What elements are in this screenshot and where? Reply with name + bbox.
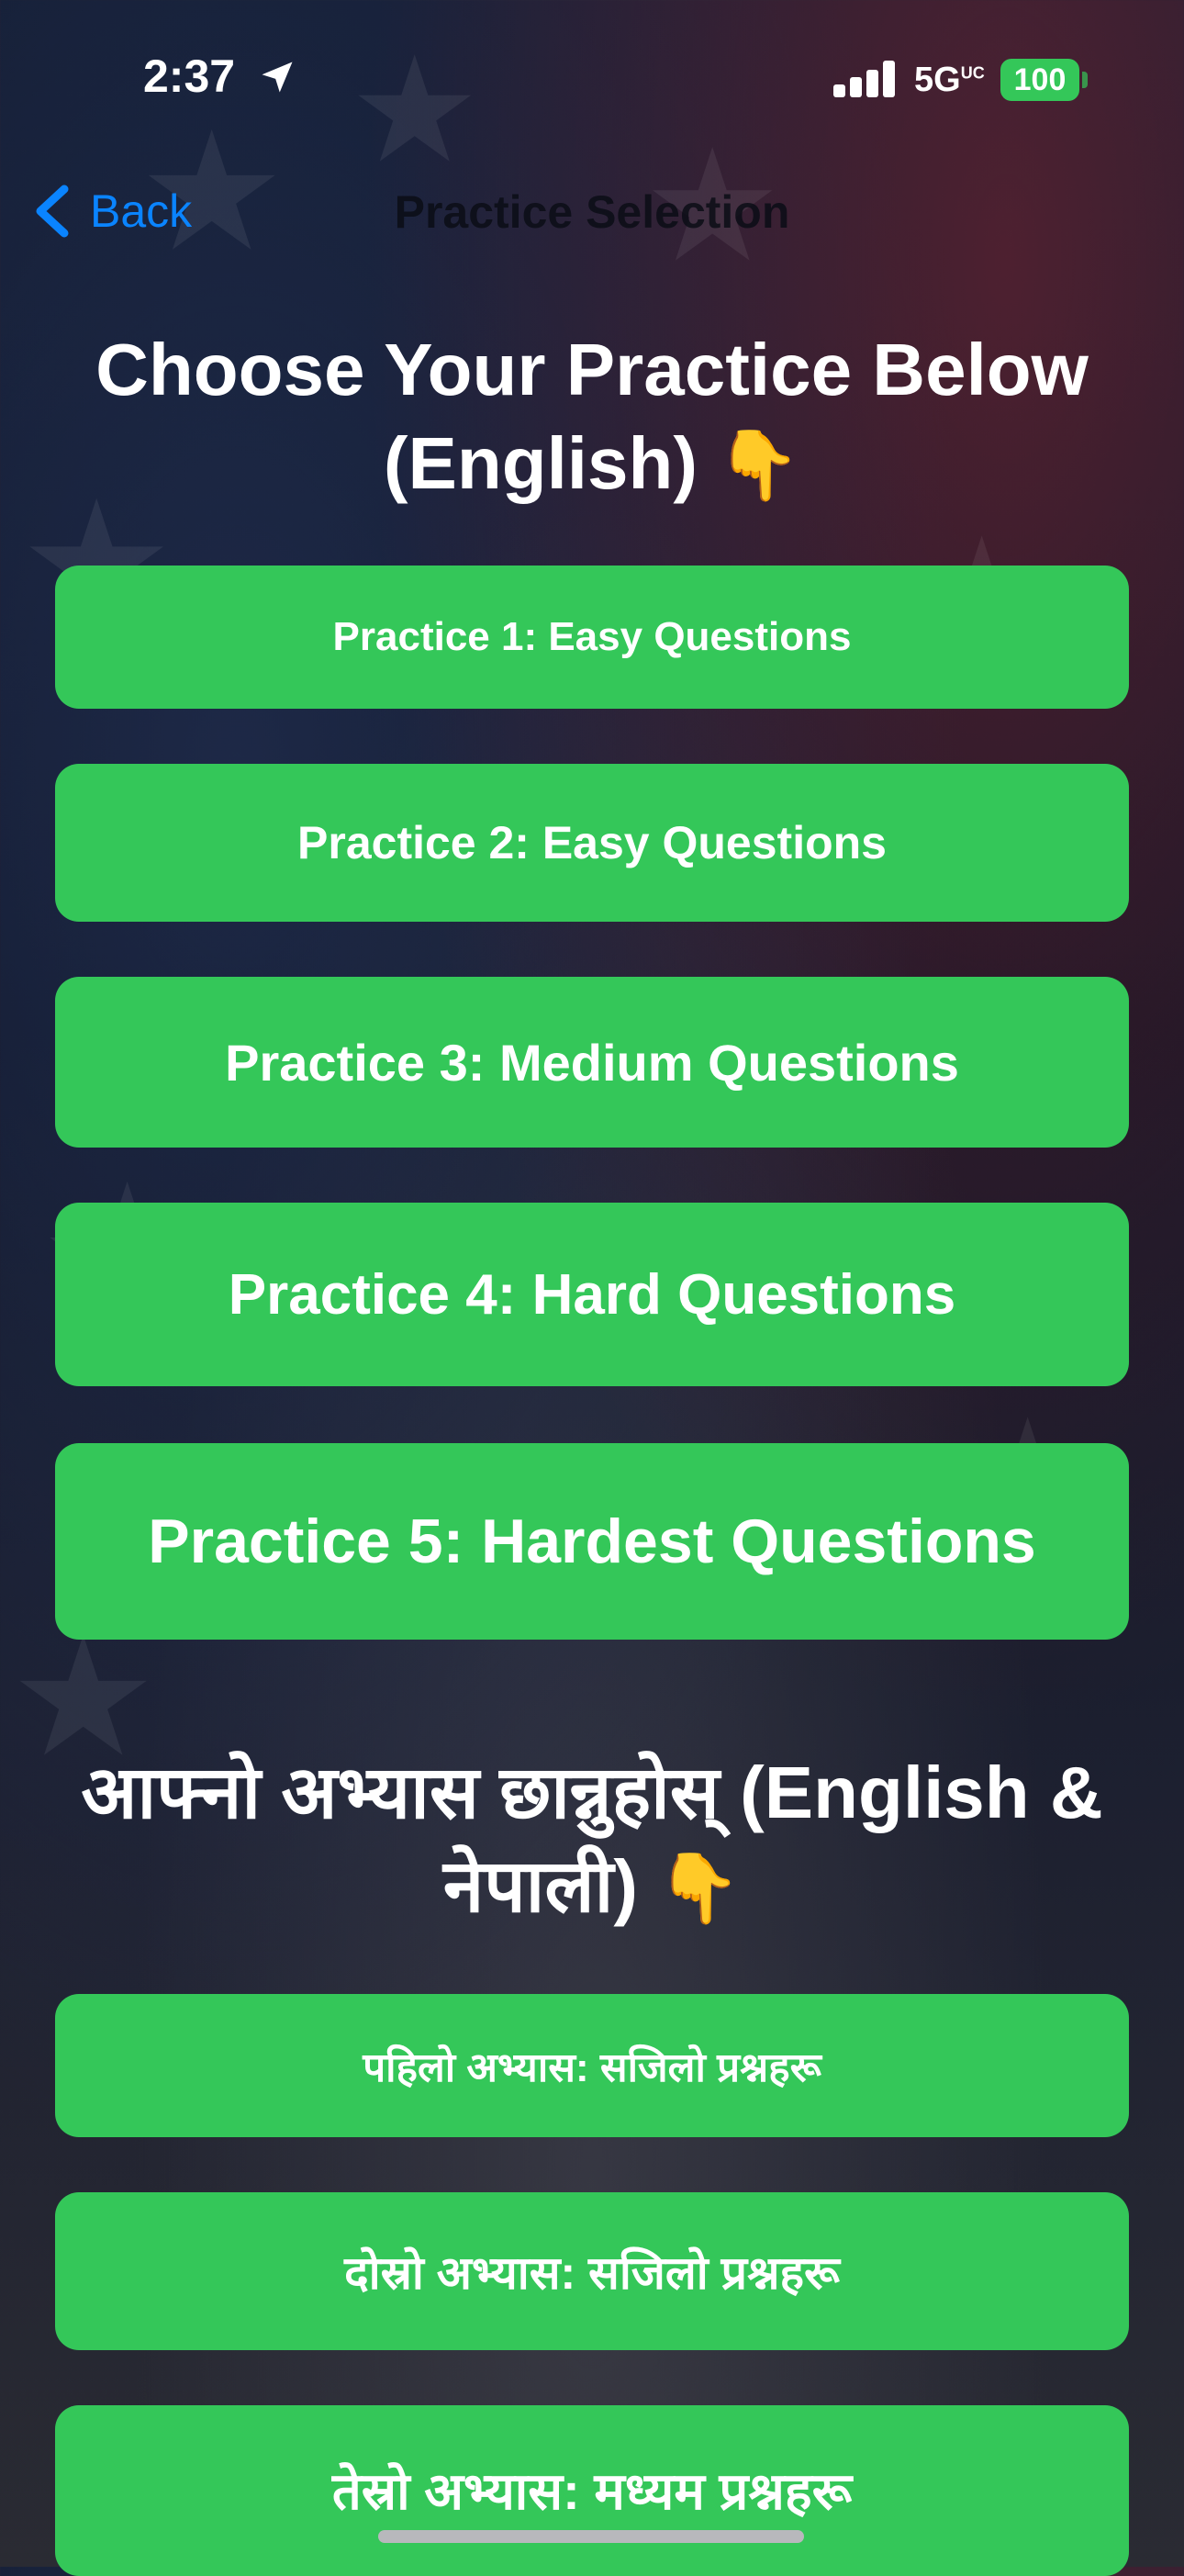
practice-2-button[interactable]: Practice 2: Easy Questions [55,764,1129,922]
practice-3-label: Practice 3: Medium Questions [225,1033,959,1092]
pointing-down-icon: 👇 [716,427,801,503]
nepali-practice-3-button[interactable]: तेस्रो अभ्यास: मध्यम प्रश्नहरू [55,2405,1129,2576]
navigation-bar: Back Practice Selection [0,174,1184,248]
status-time: 2:37 [143,50,236,102]
practice-5-button[interactable]: Practice 5: Hardest Questions [55,1443,1129,1640]
practice-1-button[interactable]: Practice 1: Easy Questions [55,566,1129,709]
pointing-down-icon: 👇 [656,1850,742,1926]
practice-3-button[interactable]: Practice 3: Medium Questions [55,977,1129,1148]
practice-5-label: Practice 5: Hardest Questions [148,1506,1036,1576]
location-arrow-icon [262,62,293,93]
section-heading-text: Choose Your Practice Below (English) [95,329,1089,504]
nepali-practice-2-button[interactable]: दोस्रो अभ्यास: सजिलो प्रश्नहरू [55,2192,1129,2350]
status-bar: 2:37 5GUC 100 [0,0,1184,147]
cellular-signal-icon [833,61,898,97]
practice-4-label: Practice 4: Hard Questions [228,1262,956,1327]
practice-1-label: Practice 1: Easy Questions [332,614,852,659]
nepali-practice-1-label: पहिलो अभ्यास: सजिलो प्रश्नहरू [363,2045,821,2090]
section-heading-text: आफ्नो अभ्यास छान्नुहोस् (English & नेपाल… [81,1752,1103,1927]
page-title: Practice Selection [394,186,790,238]
home-indicator[interactable] [378,2530,804,2543]
section-heading-nepali: आफ्नो अभ्यास छान्नुहोस् (English & नेपाल… [37,1746,1147,1935]
practice-4-button[interactable]: Practice 4: Hard Questions [55,1203,1129,1386]
practice-2-label: Practice 2: Easy Questions [297,817,887,868]
network-indicator: 5GUC [914,61,985,99]
section-heading-english: Choose Your Practice Below (English) 👇 [37,323,1147,512]
battery-indicator: 100 [1000,59,1079,101]
nepali-practice-3-label: तेस्रो अभ्यास: मध्यम प्रश्नहरू [331,2462,853,2520]
battery-tip [1082,72,1088,88]
nepali-practice-1-button[interactable]: पहिलो अभ्यास: सजिलो प्रश्नहरू [55,1994,1129,2137]
nepali-practice-2-label: दोस्रो अभ्यास: सजिलो प्रश्नहरू [344,2247,840,2299]
